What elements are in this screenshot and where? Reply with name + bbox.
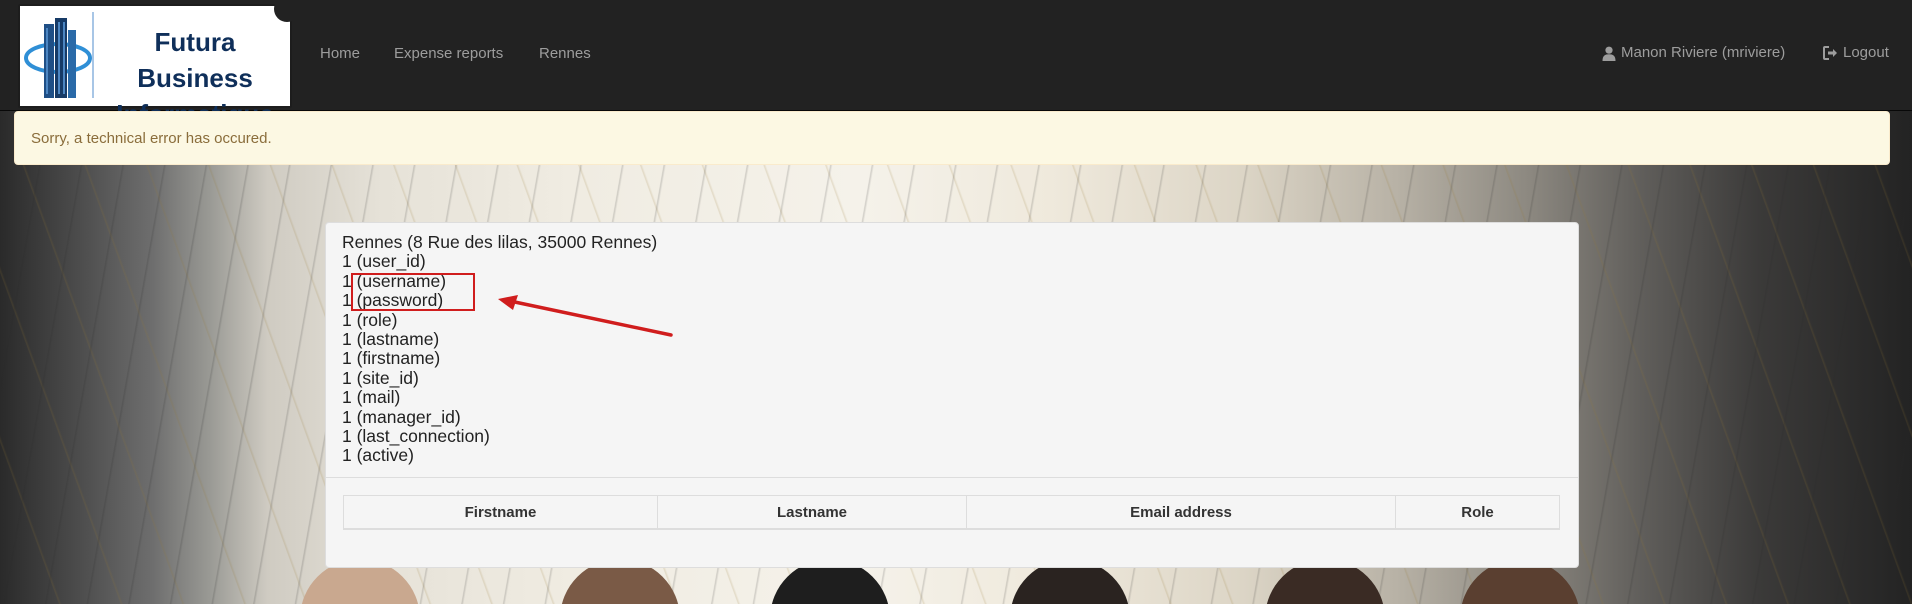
page: Futura Business Informatique Home Expens…: [0, 0, 1912, 604]
brand-name-line1: Futura Business: [137, 27, 253, 93]
logo-divider: [92, 12, 94, 98]
user-icon: [1602, 46, 1616, 61]
user-name-label: Manon Riviere (mriviere): [1621, 44, 1786, 61]
info-line: 1 (mail): [342, 387, 401, 408]
users-table: Firstname Lastname Email address Role: [343, 495, 1560, 530]
site-users-panel: Rennes (8 Rue des lilas, 35000 Rennes) 1…: [325, 222, 1579, 568]
info-line: 1 (active): [342, 445, 414, 466]
nav-rennes-link[interactable]: Rennes: [539, 44, 591, 64]
logout-link[interactable]: Logout: [1823, 43, 1889, 63]
column-header-role[interactable]: Role: [1395, 495, 1560, 530]
column-header-lastname[interactable]: Lastname: [657, 495, 967, 530]
annotation-arrow-icon: [498, 295, 673, 337]
column-header-email[interactable]: Email address: [966, 495, 1396, 530]
nav-expense-reports-link[interactable]: Expense reports: [394, 44, 503, 64]
top-navbar: Futura Business Informatique Home Expens…: [0, 0, 1912, 129]
logout-label: Logout: [1843, 44, 1889, 61]
site-address-line: Rennes (8 Rue des lilas, 35000 Rennes): [342, 232, 658, 252]
brand-logo-link[interactable]: Futura Business Informatique: [18, 0, 300, 129]
panel-body: Rennes (8 Rue des lilas, 35000 Rennes) 1…: [326, 223, 1578, 478]
nav-home-link[interactable]: Home: [320, 44, 360, 64]
info-line: 1 (site_id): [342, 367, 419, 388]
site-info-lines: Rennes (8 Rue des lilas, 35000 Rennes) 1…: [342, 232, 658, 466]
error-alert-message: Sorry, a technical error has occured.: [31, 130, 272, 147]
logo-corner: [274, 0, 300, 22]
annotation-highlight-box: [351, 273, 475, 311]
building-logo-icon: [24, 18, 92, 98]
column-header-firstname[interactable]: Firstname: [343, 495, 658, 530]
info-line: 1 (firstname): [342, 348, 441, 369]
logout-icon: [1823, 46, 1837, 60]
error-alert: Sorry, a technical error has occured.: [14, 111, 1890, 165]
table-header-row: Firstname Lastname Email address Role: [343, 495, 1560, 530]
info-line: 1 (last_connection): [342, 426, 490, 447]
info-line: 1 (user_id): [342, 251, 426, 272]
nav-user-link[interactable]: Manon Riviere (mriviere): [1602, 43, 1785, 63]
info-line: 1 (manager_id): [342, 406, 461, 427]
